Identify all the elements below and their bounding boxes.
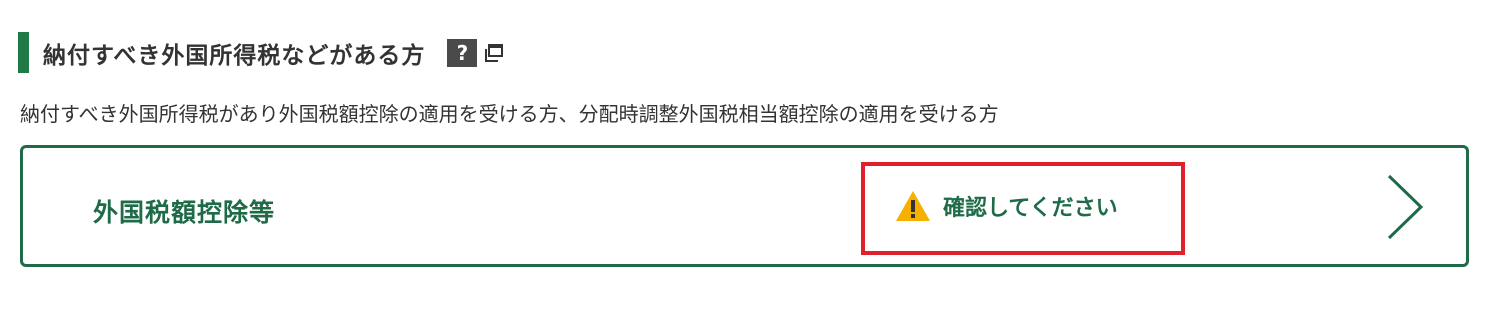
status-indicator: 確認してください xyxy=(895,190,1118,222)
card-title: 外国税額控除等 xyxy=(93,198,276,227)
warning-icon xyxy=(896,191,930,221)
status-highlight-box: 確認してください xyxy=(861,162,1185,255)
status-text: 確認してください xyxy=(943,196,1118,221)
section-description: 納付すべき外国所得税があり外国税額控除の適用を受ける方、分配時調整外国税相当額控… xyxy=(20,102,999,126)
foreign-tax-credit-card[interactable]: 外国税額控除等 確認してください xyxy=(20,145,1469,267)
section-header: 納付すべき外国所得税などがある方 ? xyxy=(18,32,504,73)
section-header-bar xyxy=(18,32,29,73)
help-icon[interactable]: ? xyxy=(447,38,478,67)
section-title: 納付すべき外国所得税などがある方 xyxy=(43,42,426,69)
open-window-icon[interactable] xyxy=(485,43,504,62)
chevron-right-icon[interactable] xyxy=(1386,174,1424,240)
